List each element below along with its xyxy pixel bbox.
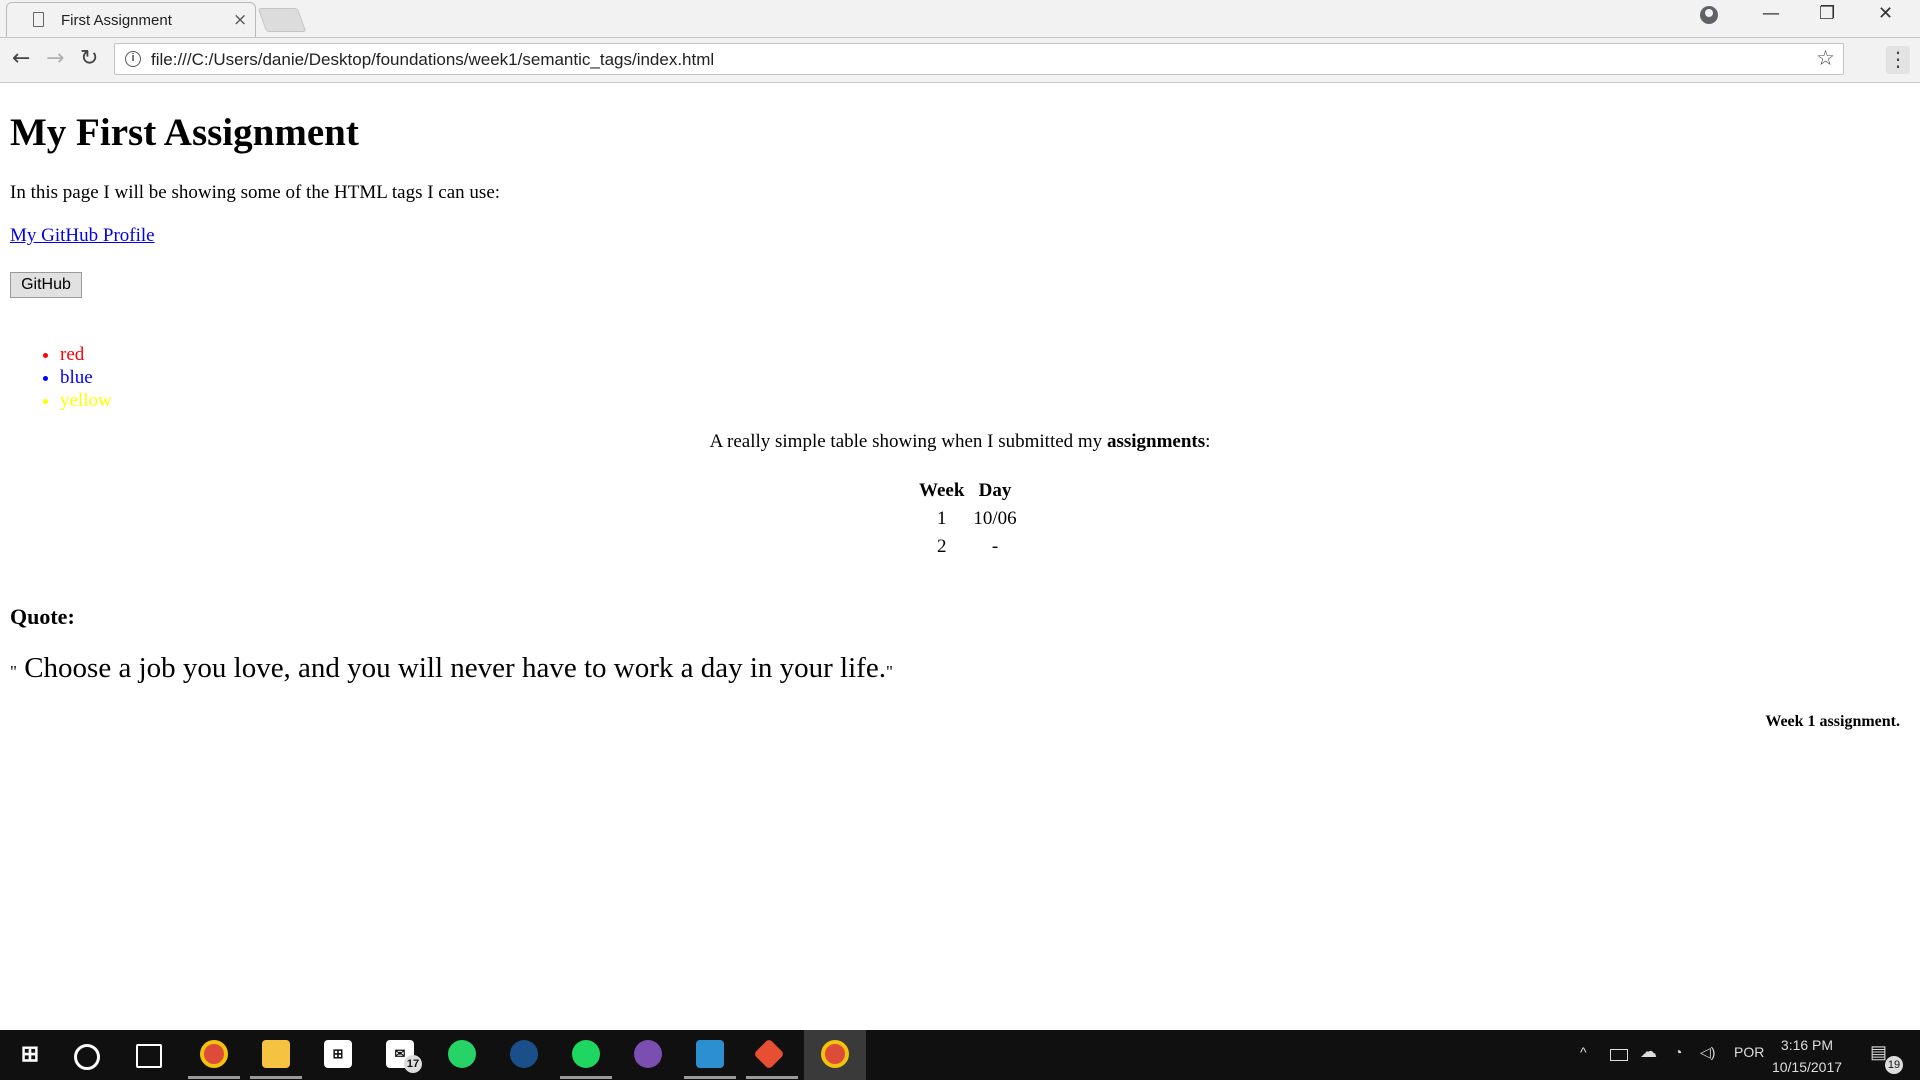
battery-icon[interactable] [1610,1049,1628,1061]
chrome-icon[interactable] [200,1040,228,1068]
close-window-button[interactable]: ✕ [1878,3,1893,24]
steam-icon[interactable] [510,1040,538,1068]
table-header-cell: Week [919,480,965,501]
git-icon[interactable] [753,1038,785,1070]
whatsapp-icon[interactable] [448,1040,476,1068]
footer-text: Week 1 assignment. [1765,713,1900,730]
tab-first-assignment[interactable]: First Assignment × [6,2,256,37]
table-cell: 1 [936,508,947,529]
brackets-active-indicator [684,1076,736,1079]
caption-colon: : [1205,431,1211,452]
url-text[interactable]: file:///C:/Users/danie/Desktop/foundatio… [151,50,714,70]
caption-text: A really simple table showing when I sub… [709,431,1107,452]
table-cell: - [991,536,999,557]
color-list: redblueyellow [10,343,112,412]
restore-button[interactable]: ❐ [1819,3,1835,24]
cortana-icon[interactable] [74,1044,100,1070]
chrome-icon[interactable] [821,1040,849,1068]
caption-bold: assignments [1106,431,1206,452]
document-icon [33,12,44,27]
wifi-icon[interactable]: ◔ [1674,1044,1682,1060]
color-list-item: red [60,343,112,366]
browser-tabstrip: First Assignment × — ❐ ✕ [0,0,1920,38]
file-explorer-icon[interactable] [262,1040,290,1068]
browser-menu-button[interactable]: ⋮ [1886,46,1910,74]
table-cell: 2 [936,536,947,557]
new-tab-button[interactable] [257,8,307,32]
table-cell: 10/06 [973,508,1017,529]
table-header-row: Week Day [919,480,1017,502]
clock[interactable]: 3:16 PM 10/15/2017 [1762,1034,1852,1078]
intro-text: In this page I will be showing some of t… [10,182,501,203]
quote: " Choose a job you love, and you will ne… [10,652,893,685]
page-title: My First Assignment [10,111,359,154]
github-button[interactable]: GitHub [10,272,82,298]
notification-icon[interactable]: ▤ [1870,1042,1887,1063]
quote-text: Choose a job you love, and you will neve… [16,652,886,684]
tab-close-icon[interactable]: × [233,10,247,30]
notification-badge: 19 [1885,1056,1903,1074]
color-list-item: yellow [60,389,112,412]
brackets-icon[interactable] [696,1040,724,1068]
clock-time: 3:16 PM [1780,1037,1834,1053]
page-content: My First Assignment In this page I will … [10,83,1910,1028]
bookmark-star-icon[interactable]: ☆ [1816,46,1835,70]
language-indicator[interactable]: POR [1734,1044,1764,1060]
forward-button[interactable]: → [46,46,64,71]
git-active-indicator [746,1076,798,1079]
table-row: 1 10/06 [919,508,1017,530]
quote-open-mark: " [10,662,17,681]
github-profile-link[interactable]: My GitHub Profile [10,225,155,247]
mail-badge: 17 [404,1055,422,1073]
store-icon[interactable]: ⊞ [324,1040,352,1068]
chrome-active-tile[interactable] [804,1030,866,1080]
profile-icon[interactable] [1700,6,1718,24]
tray-expand-icon[interactable]: ^ [1580,1044,1587,1060]
table-body: 1 10/06 2- [919,508,1017,558]
color-list-item: blue [60,366,112,389]
minimize-button[interactable]: — [1762,3,1780,24]
clock-date: 10/15/2017 [1771,1059,1843,1075]
spotify-icon[interactable] [572,1040,600,1068]
quote-close-mark: " [885,662,893,681]
chrome-active-indicator [188,1076,240,1079]
browser-toolbar: ← → ↻ i file:///C:/Users/danie/Desktop/f… [0,38,1920,83]
windows-taskbar: ⊞ ⊞ ✉ 17 ^ ☁ ◔ ◁) POR 3:16 PM 10/15/2017… [0,1030,1920,1080]
quote-label: Quote: [10,604,75,629]
tab-title: First Assignment [61,12,172,29]
assignments-table: Week Day 1 10/06 2- [910,474,1026,564]
spotify-active-indicator [560,1076,612,1079]
table-caption: A really simple table showing when I sub… [10,431,1910,453]
onedrive-icon[interactable]: ☁ [1640,1042,1657,1062]
task-view-icon[interactable] [136,1044,162,1068]
table-header-cell: Day [978,480,1012,501]
github-desktop-icon[interactable] [634,1040,662,1068]
back-button[interactable]: ← [12,46,30,71]
windows-start-icon[interactable]: ⊞ [16,1040,44,1068]
reload-button[interactable]: ↻ [80,46,98,71]
info-icon[interactable]: i [125,51,141,67]
explorer-active-indicator [250,1076,302,1079]
table-row: 2- [919,536,1017,558]
address-bar[interactable]: i file:///C:/Users/danie/Desktop/foundat… [114,43,1844,75]
volume-icon[interactable]: ◁) [1700,1044,1715,1061]
